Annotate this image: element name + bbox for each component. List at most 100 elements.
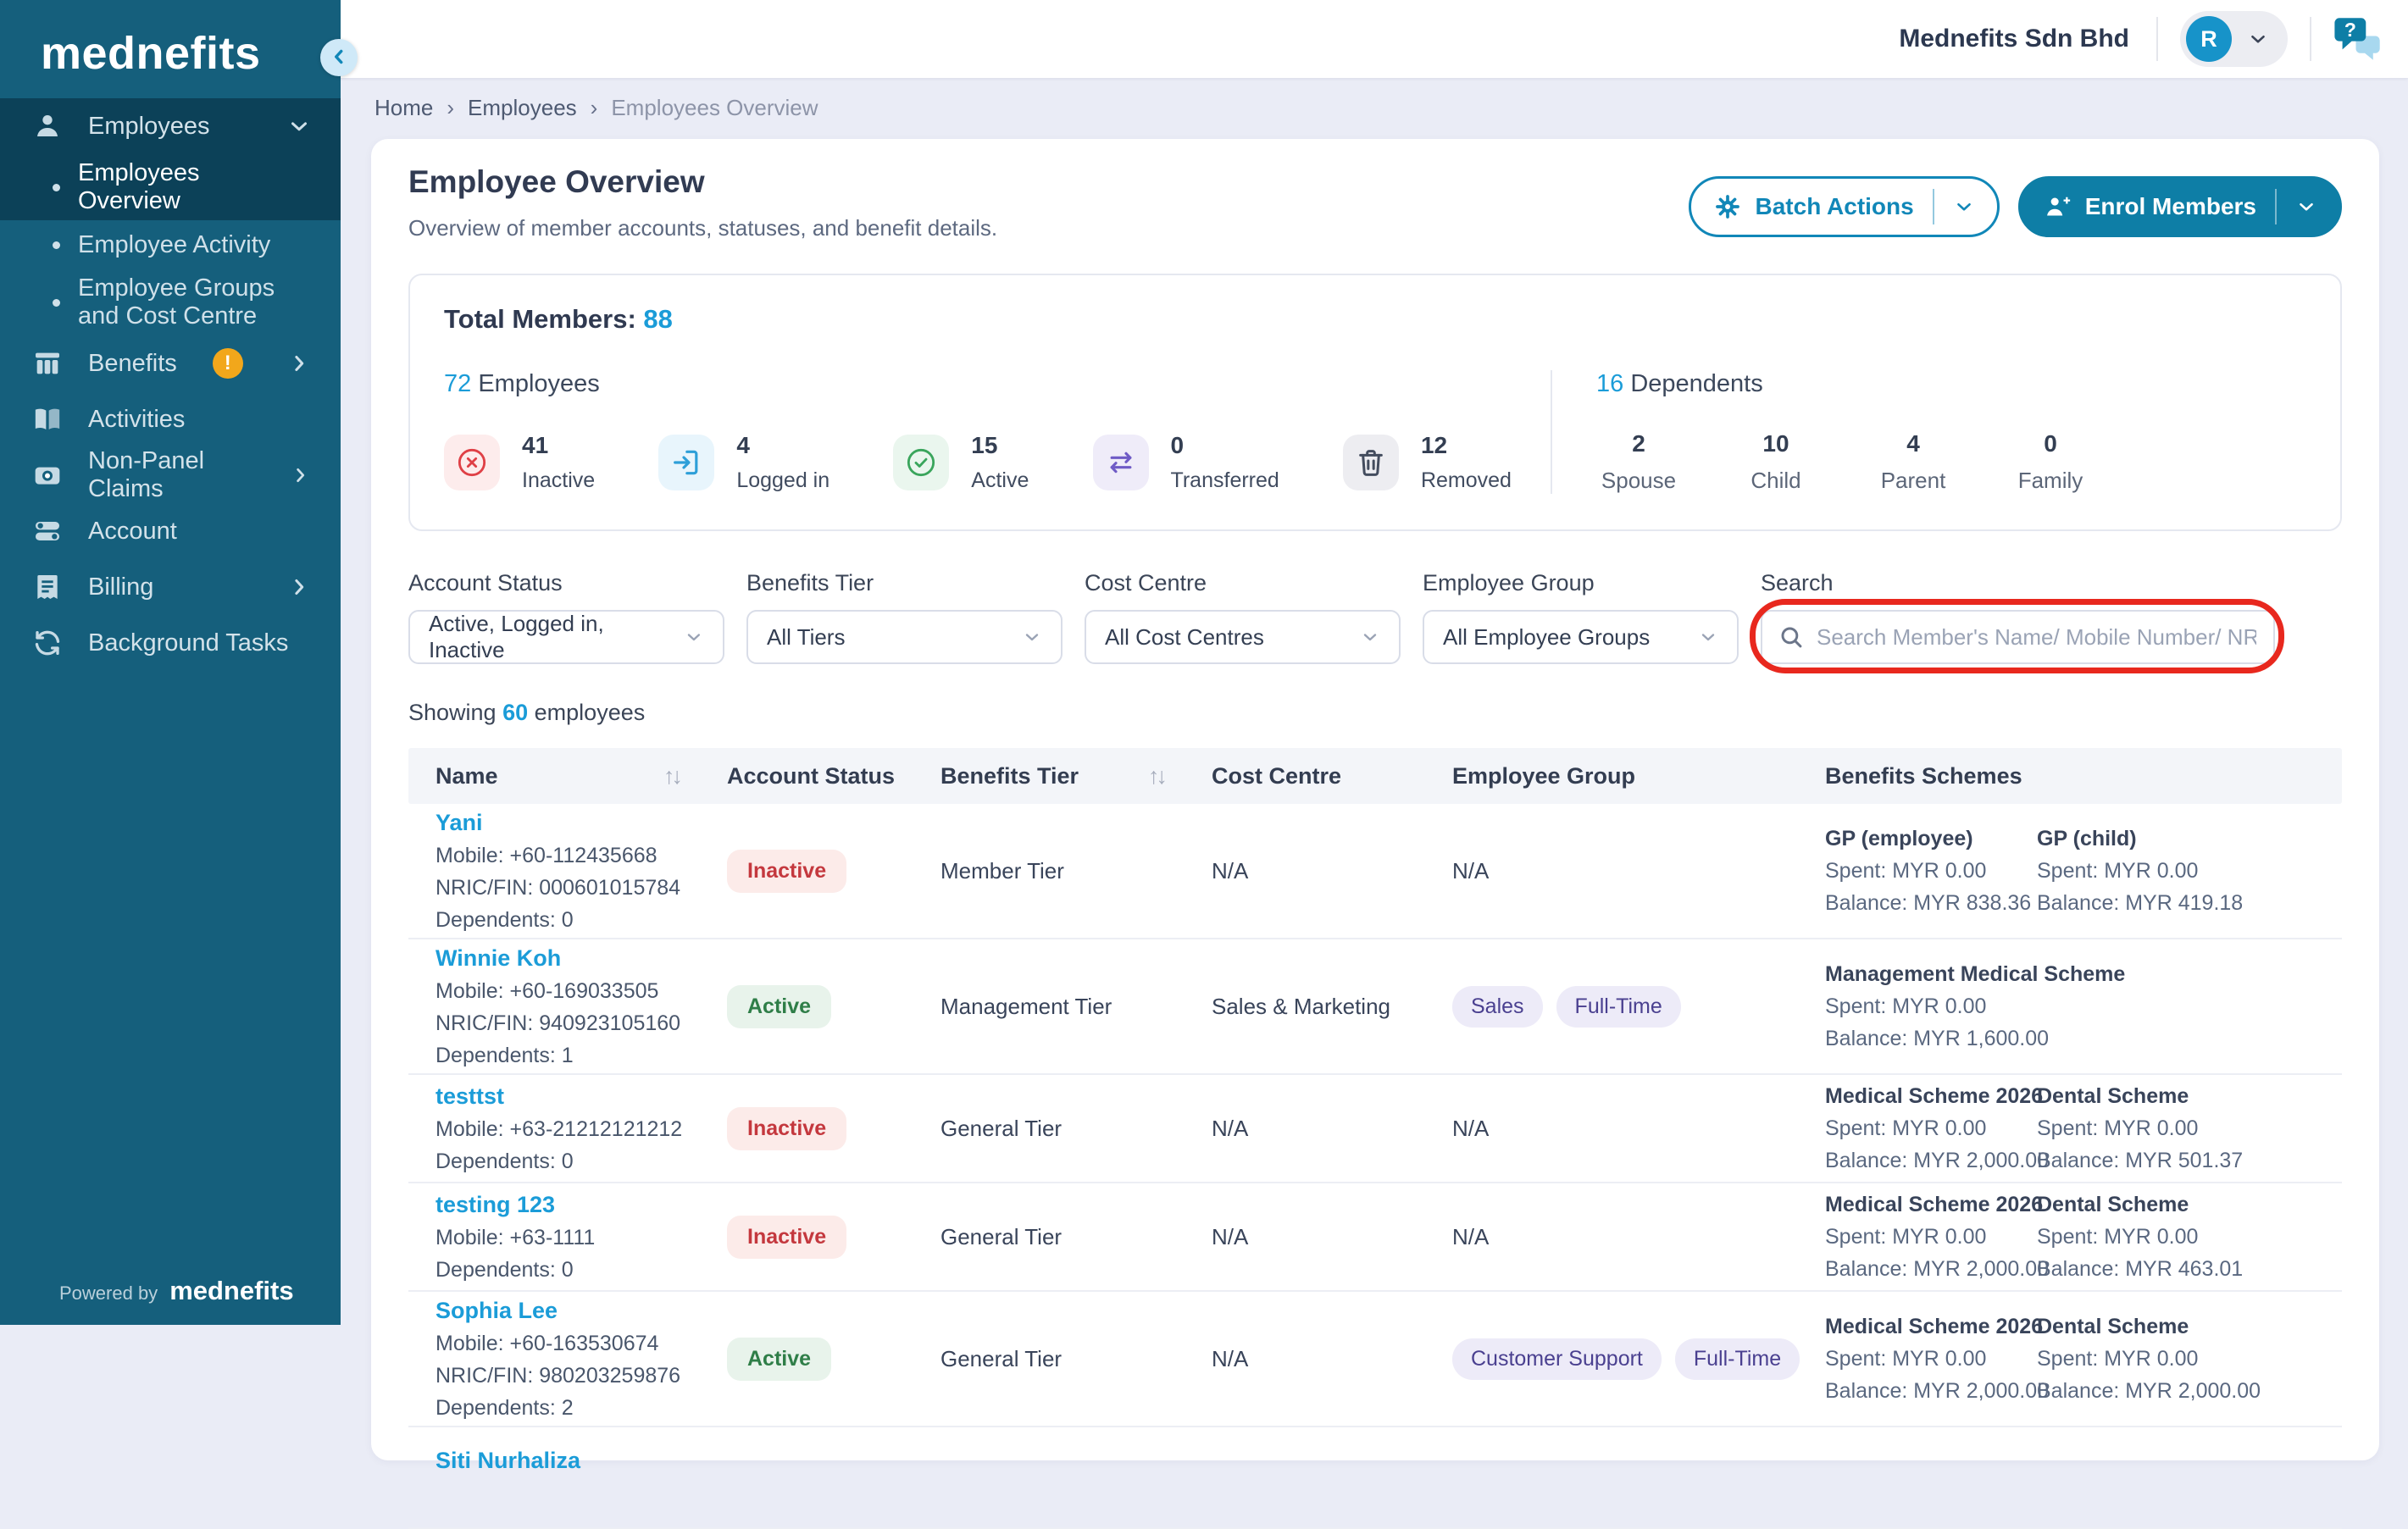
employee-name-link[interactable]: Winnie Koh bbox=[436, 945, 727, 972]
stat-removed: 12Removed bbox=[1343, 432, 1512, 493]
chevron-down-icon[interactable] bbox=[2295, 196, 2317, 218]
stat-label: Transferred bbox=[1171, 468, 1279, 493]
column-header-account-status: Account Status bbox=[727, 763, 940, 789]
dependent-spouse: 2Spouse bbox=[1596, 430, 1681, 494]
stat-label: Removed bbox=[1421, 468, 1512, 493]
employee-detail: NRIC/FIN: 940923105160 bbox=[436, 1011, 727, 1036]
cell-account-status: Active bbox=[727, 985, 940, 1028]
select-cost-centre[interactable]: All Cost Centres bbox=[1085, 610, 1401, 664]
enrol-members-label: Enrol Members bbox=[2085, 193, 2256, 220]
cell-employee-group: N/A bbox=[1452, 1116, 1825, 1142]
dependents-count: 16 bbox=[1596, 370, 1623, 397]
benefit-scheme: Medical Scheme 2026Spent: MYR 0.00Balanc… bbox=[1825, 1084, 2037, 1173]
benefit-scheme: Dental SchemeSpent: MYR 0.00Balance: MYR… bbox=[2037, 1193, 2249, 1282]
check-circle-icon bbox=[893, 435, 949, 490]
sidebar-item-background-tasks[interactable]: Background Tasks bbox=[0, 615, 341, 671]
cell-benefits-schemes: Medical Scheme 2026Spent: MYR 0.00Balanc… bbox=[1825, 1315, 2342, 1404]
cell-employee-group: N/A bbox=[1452, 1224, 1825, 1250]
transfer-icon bbox=[1093, 435, 1149, 490]
sort-icons[interactable]: ↑↓ bbox=[663, 763, 680, 789]
page-subtitle: Overview of member accounts, statuses, a… bbox=[408, 215, 997, 241]
x-circle-icon bbox=[444, 435, 500, 490]
employee-name-link[interactable]: testtst bbox=[436, 1083, 727, 1110]
sidebar-item-employee-groups-and-cost-centre[interactable]: Employee Groups and Cost Centre bbox=[0, 269, 341, 335]
sidebar-item-billing[interactable]: Billing bbox=[0, 559, 341, 615]
status-badge: Inactive bbox=[727, 1216, 846, 1259]
select-value: All Cost Centres bbox=[1105, 624, 1264, 651]
table-row[interactable]: Winnie Koh Mobile: +60-169033505 NRIC/FIN:… bbox=[408, 939, 2342, 1075]
topbar-divider bbox=[2310, 17, 2311, 61]
table-row[interactable]: testing 123Mobile: +63-1111Dependents: 0… bbox=[408, 1183, 2342, 1292]
employee-name-link[interactable]: Yani bbox=[436, 810, 727, 836]
batch-actions-button[interactable]: Batch Actions bbox=[1689, 176, 2000, 237]
sidebar-item-employees-overview[interactable]: Employees Overview bbox=[0, 154, 341, 220]
cell-account-status: Inactive bbox=[727, 1107, 940, 1150]
filter-label: Account Status bbox=[408, 570, 724, 596]
sort-icons[interactable]: ↑↓ bbox=[1148, 763, 1164, 789]
book-icon bbox=[31, 402, 64, 436]
breadcrumb-item: Employees Overview bbox=[611, 95, 818, 121]
select-account-status[interactable]: Active, Logged in, Inactive bbox=[408, 610, 724, 664]
help-icon[interactable]: ? bbox=[2333, 14, 2384, 64]
topbar-divider bbox=[2156, 17, 2158, 61]
employee-name-link[interactable]: Siti Nurhaliza bbox=[436, 1448, 580, 1473]
table-row[interactable]: Siti Nurhaliza bbox=[408, 1427, 2342, 1529]
status-badge: Active bbox=[727, 985, 831, 1028]
table-row[interactable]: testtstMobile: +63-21212121212Dependents… bbox=[408, 1075, 2342, 1183]
filter-search: Search bbox=[1761, 570, 2275, 664]
sidebar-item-employees[interactable]: Employees bbox=[0, 98, 341, 154]
select-benefits-tier[interactable]: All Tiers bbox=[746, 610, 1063, 664]
column-header-name: Name↑↓ bbox=[408, 763, 727, 789]
breadcrumb-separator: › bbox=[447, 95, 454, 121]
results-count-value: 60 bbox=[502, 700, 528, 725]
cell-cost-centre: N/A bbox=[1212, 1346, 1452, 1372]
table-row[interactable]: Sophia LeeMobile: +60-163530674NRIC/FIN:… bbox=[408, 1292, 2342, 1427]
sidebar-item-activities[interactable]: Activities bbox=[0, 391, 341, 447]
employees-summary: 72 Employees 41Inactive4Logged in15Activ… bbox=[444, 370, 1551, 494]
employee-detail: Mobile: +60-169033505 bbox=[436, 979, 727, 1004]
dependent-value: 0 bbox=[2008, 430, 2093, 457]
stat-logged-in: 4Logged in bbox=[658, 432, 829, 493]
person-icon bbox=[31, 109, 64, 143]
dependent-label: Child bbox=[1734, 468, 1818, 494]
employee-name-link[interactable]: testing 123 bbox=[436, 1192, 727, 1218]
sidebar-item-non-panel-claims[interactable]: Non-Panel Claims bbox=[0, 447, 341, 503]
table-row[interactable]: YaniMobile: +60-112435668NRIC/FIN: 00060… bbox=[408, 804, 2342, 939]
user-menu[interactable]: R bbox=[2180, 11, 2288, 67]
benefit-scheme: Dental SchemeSpent: MYR 0.00Balance: MYR… bbox=[2037, 1315, 2249, 1404]
table-body: YaniMobile: +60-112435668NRIC/FIN: 00060… bbox=[408, 804, 2342, 1529]
breadcrumb-separator: › bbox=[591, 95, 598, 121]
avatar[interactable]: R bbox=[2186, 16, 2232, 62]
toggles-icon bbox=[31, 514, 64, 548]
benefit-scheme: Management Medical SchemeSpent: MYR 0.00… bbox=[1825, 962, 2037, 1051]
chevron-right-icon bbox=[286, 351, 312, 376]
enrol-members-button[interactable]: Enrol Members bbox=[2018, 176, 2342, 237]
select-value: All Employee Groups bbox=[1443, 624, 1650, 651]
sidebar-item-benefits[interactable]: Benefits! bbox=[0, 335, 341, 391]
company-name: Mednefits Sdn Bhd bbox=[1899, 25, 2129, 53]
table-header: Name↑↓Account StatusBenefits Tier↑↓Cost … bbox=[408, 748, 2342, 804]
svg-text:?: ? bbox=[2344, 19, 2356, 41]
page-title: Employee Overview bbox=[408, 164, 997, 200]
sidebar-item-account[interactable]: Account bbox=[0, 503, 341, 559]
sidebar: mednefits EmployeesEmployees OverviewEmp… bbox=[0, 0, 341, 1325]
total-members-count: 88 bbox=[643, 304, 672, 334]
powered-by: Powered by mednefits bbox=[59, 1276, 294, 1306]
sidebar-collapse-button[interactable] bbox=[320, 39, 358, 76]
benefit-scheme: Medical Scheme 2026Spent: MYR 0.00Balanc… bbox=[1825, 1193, 2037, 1282]
cell-name: Winnie Koh Mobile: +60-169033505 NRIC/FIN:… bbox=[408, 945, 727, 1068]
select-employee-group[interactable]: All Employee Groups bbox=[1423, 610, 1739, 664]
alert-badge: ! bbox=[213, 348, 243, 379]
results-count: Showing 60 employees bbox=[408, 700, 2342, 726]
breadcrumb-item[interactable]: Home bbox=[375, 95, 433, 121]
dependent-parent: 4Parent bbox=[1871, 430, 1956, 494]
search-input[interactable] bbox=[1761, 610, 2275, 664]
sidebar-item-employee-activity[interactable]: Employee Activity bbox=[0, 220, 341, 269]
page-card: Employee Overview Overview of member acc… bbox=[371, 139, 2379, 1460]
benefit-scheme: GP (child)Spent: MYR 0.00Balance: MYR 41… bbox=[2037, 827, 2249, 916]
breadcrumb-item[interactable]: Employees bbox=[468, 95, 577, 121]
filter-label: Benefits Tier bbox=[746, 570, 1063, 596]
chevron-down-icon[interactable] bbox=[1953, 196, 1975, 218]
employee-name-link[interactable]: Sophia Lee bbox=[436, 1298, 727, 1324]
chevron-down-icon bbox=[286, 114, 312, 139]
